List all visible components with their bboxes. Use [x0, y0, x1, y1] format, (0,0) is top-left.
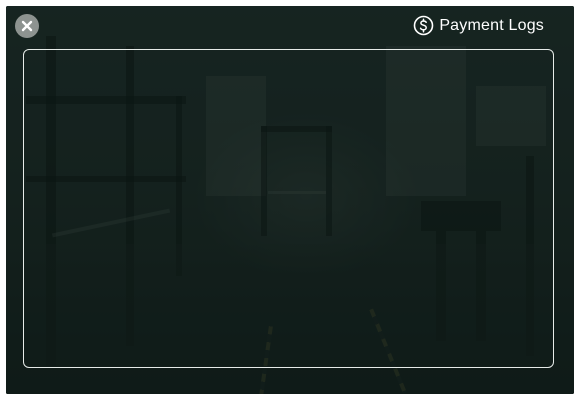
payment-logs-modal: Payment Logs [6, 6, 574, 394]
modal-header: Payment Logs [413, 15, 544, 36]
close-icon [21, 20, 33, 32]
modal-title: Payment Logs [439, 16, 544, 34]
payment-logs-panel [23, 49, 554, 368]
close-button[interactable] [15, 14, 39, 38]
dollar-circle-icon [413, 15, 434, 36]
